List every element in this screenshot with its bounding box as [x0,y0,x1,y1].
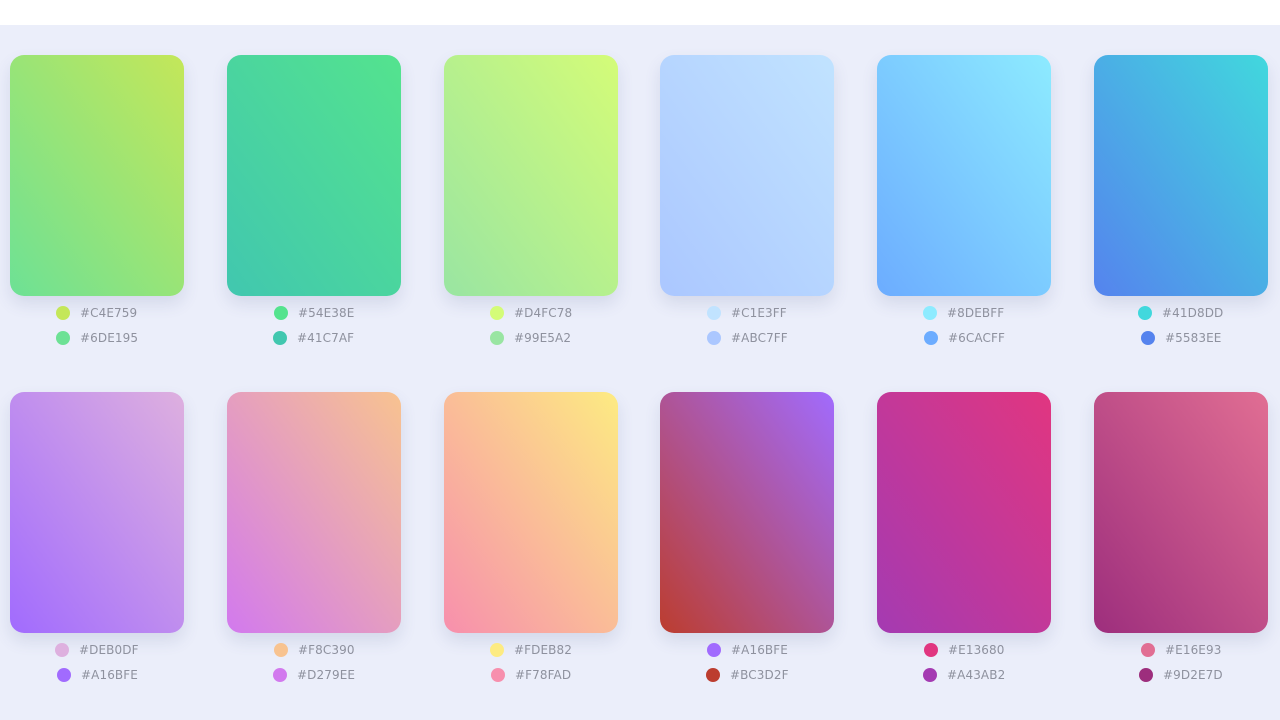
gradient-swatch[interactable] [1094,55,1268,296]
color-code-row[interactable]: #A16BFE [707,640,788,660]
gradient-swatch[interactable] [877,55,1051,296]
color-dot-icon [1141,643,1155,657]
hex-code-label: #6DE195 [80,331,139,345]
hex-code-label: #ABC7FF [731,331,788,345]
color-code-row[interactable]: #F8C390 [274,640,355,660]
gradient-swatch[interactable] [1094,392,1268,633]
color-dot-icon [490,306,504,320]
hex-code-label: #A16BFE [81,668,138,682]
hex-code-label: #A16BFE [731,643,788,657]
gradient-swatch[interactable] [660,55,834,296]
color-code-row[interactable]: #9D2E7D [1139,665,1223,685]
color-code-row[interactable]: #ABC7FF [707,328,788,348]
hex-code-label: #C1E3FF [731,306,787,320]
gradient-swatch[interactable] [877,392,1051,633]
hex-code-label: #8DEBFF [947,306,1005,320]
color-code-row[interactable]: #41C7AF [273,328,354,348]
gradient-swatch[interactable] [10,392,184,633]
color-dot-icon [1141,331,1155,345]
color-dot-icon [923,306,937,320]
color-dot-icon [56,331,70,345]
color-code-row[interactable]: #F78FAD [491,665,571,685]
palette-card[interactable]: #FDEB82 #F78FAD [444,392,618,712]
color-dot-icon [707,643,721,657]
gradient-swatch[interactable] [227,392,401,633]
hex-code-label: #FDEB82 [514,643,572,657]
hex-code-label: #E16E93 [1165,643,1222,657]
color-dot-icon [707,306,721,320]
palette-card[interactable]: #E13680 #A43AB2 [877,392,1051,712]
hex-code-label: #C4E759 [80,306,138,320]
color-dot-icon [491,668,505,682]
color-dot-icon [1138,306,1152,320]
color-dot-icon [55,643,69,657]
palette-card[interactable]: #41D8DD #5583EE [1094,55,1268,375]
color-dot-icon [273,331,287,345]
hex-code-label: #DEB0DF [79,643,139,657]
color-code-row[interactable]: #BC3D2F [706,665,789,685]
color-dot-icon [924,331,938,345]
color-code-row[interactable]: #D4FC78 [490,303,572,323]
color-code-row[interactable]: #A43AB2 [923,665,1005,685]
color-dot-icon [923,668,937,682]
hex-code-label: #D279EE [297,668,356,682]
color-code-row[interactable]: #8DEBFF [923,303,1004,323]
palette-card[interactable]: #A16BFE #BC3D2F [660,392,834,712]
hex-code-label: #41C7AF [297,331,355,345]
palette-card[interactable]: #F8C390 #D279EE [227,392,401,712]
color-code-row[interactable]: #54E38E [274,303,354,323]
color-dot-icon [924,643,938,657]
color-dot-icon [57,668,71,682]
color-dot-icon [274,643,288,657]
palette-card[interactable]: #C4E759 #6DE195 [10,55,184,375]
hex-code-label: #F78FAD [515,668,572,682]
color-code-row[interactable]: #DEB0DF [55,640,139,660]
gradient-palette-grid: #C4E759 #6DE195 #54E38E #41C7AF #D4FC78 #99E5… [0,0,1280,720]
color-dot-icon [707,331,721,345]
color-dot-icon [490,643,504,657]
hex-code-label: #6CACFF [948,331,1005,345]
color-dot-icon [273,668,287,682]
hex-code-label: #BC3D2F [730,668,789,682]
color-code-row[interactable]: #C4E759 [56,303,137,323]
gradient-swatch[interactable] [660,392,834,633]
hex-code-label: #99E5A2 [514,331,572,345]
color-code-row[interactable]: #41D8DD [1138,303,1223,323]
hex-code-label: #F8C390 [298,643,355,657]
color-code-row[interactable]: #E16E93 [1141,640,1221,660]
color-code-row[interactable]: #D279EE [273,665,355,685]
color-code-row[interactable]: #6CACFF [924,328,1005,348]
color-code-row[interactable]: #A16BFE [57,665,138,685]
palette-card[interactable]: #D4FC78 #99E5A2 [444,55,618,375]
color-code-row[interactable]: #C1E3FF [707,303,787,323]
gradient-swatch[interactable] [227,55,401,296]
gradient-swatch[interactable] [444,392,618,633]
hex-code-label: #D4FC78 [514,306,573,320]
color-dot-icon [56,306,70,320]
color-dot-icon [706,668,720,682]
palette-card[interactable]: #54E38E #41C7AF [227,55,401,375]
color-code-row[interactable]: #5583EE [1141,328,1221,348]
color-code-row[interactable]: #E13680 [924,640,1005,660]
color-code-row[interactable]: #99E5A2 [490,328,571,348]
palette-card[interactable]: #E16E93 #9D2E7D [1094,392,1268,712]
hex-code-label: #E13680 [948,643,1005,657]
hex-code-label: #A43AB2 [947,668,1006,682]
palette-card[interactable]: #DEB0DF #A16BFE [10,392,184,712]
hex-code-label: #5583EE [1165,331,1222,345]
gradient-swatch[interactable] [10,55,184,296]
hex-code-label: #54E38E [298,306,355,320]
hex-code-label: #41D8DD [1162,306,1224,320]
color-code-row[interactable]: #6DE195 [56,328,138,348]
color-code-row[interactable]: #FDEB82 [490,640,572,660]
color-dot-icon [490,331,504,345]
color-dot-icon [274,306,288,320]
palette-card[interactable]: #8DEBFF #6CACFF [877,55,1051,375]
gradient-swatch[interactable] [444,55,618,296]
color-dot-icon [1139,668,1153,682]
hex-code-label: #9D2E7D [1163,668,1223,682]
palette-card[interactable]: #C1E3FF #ABC7FF [660,55,834,375]
